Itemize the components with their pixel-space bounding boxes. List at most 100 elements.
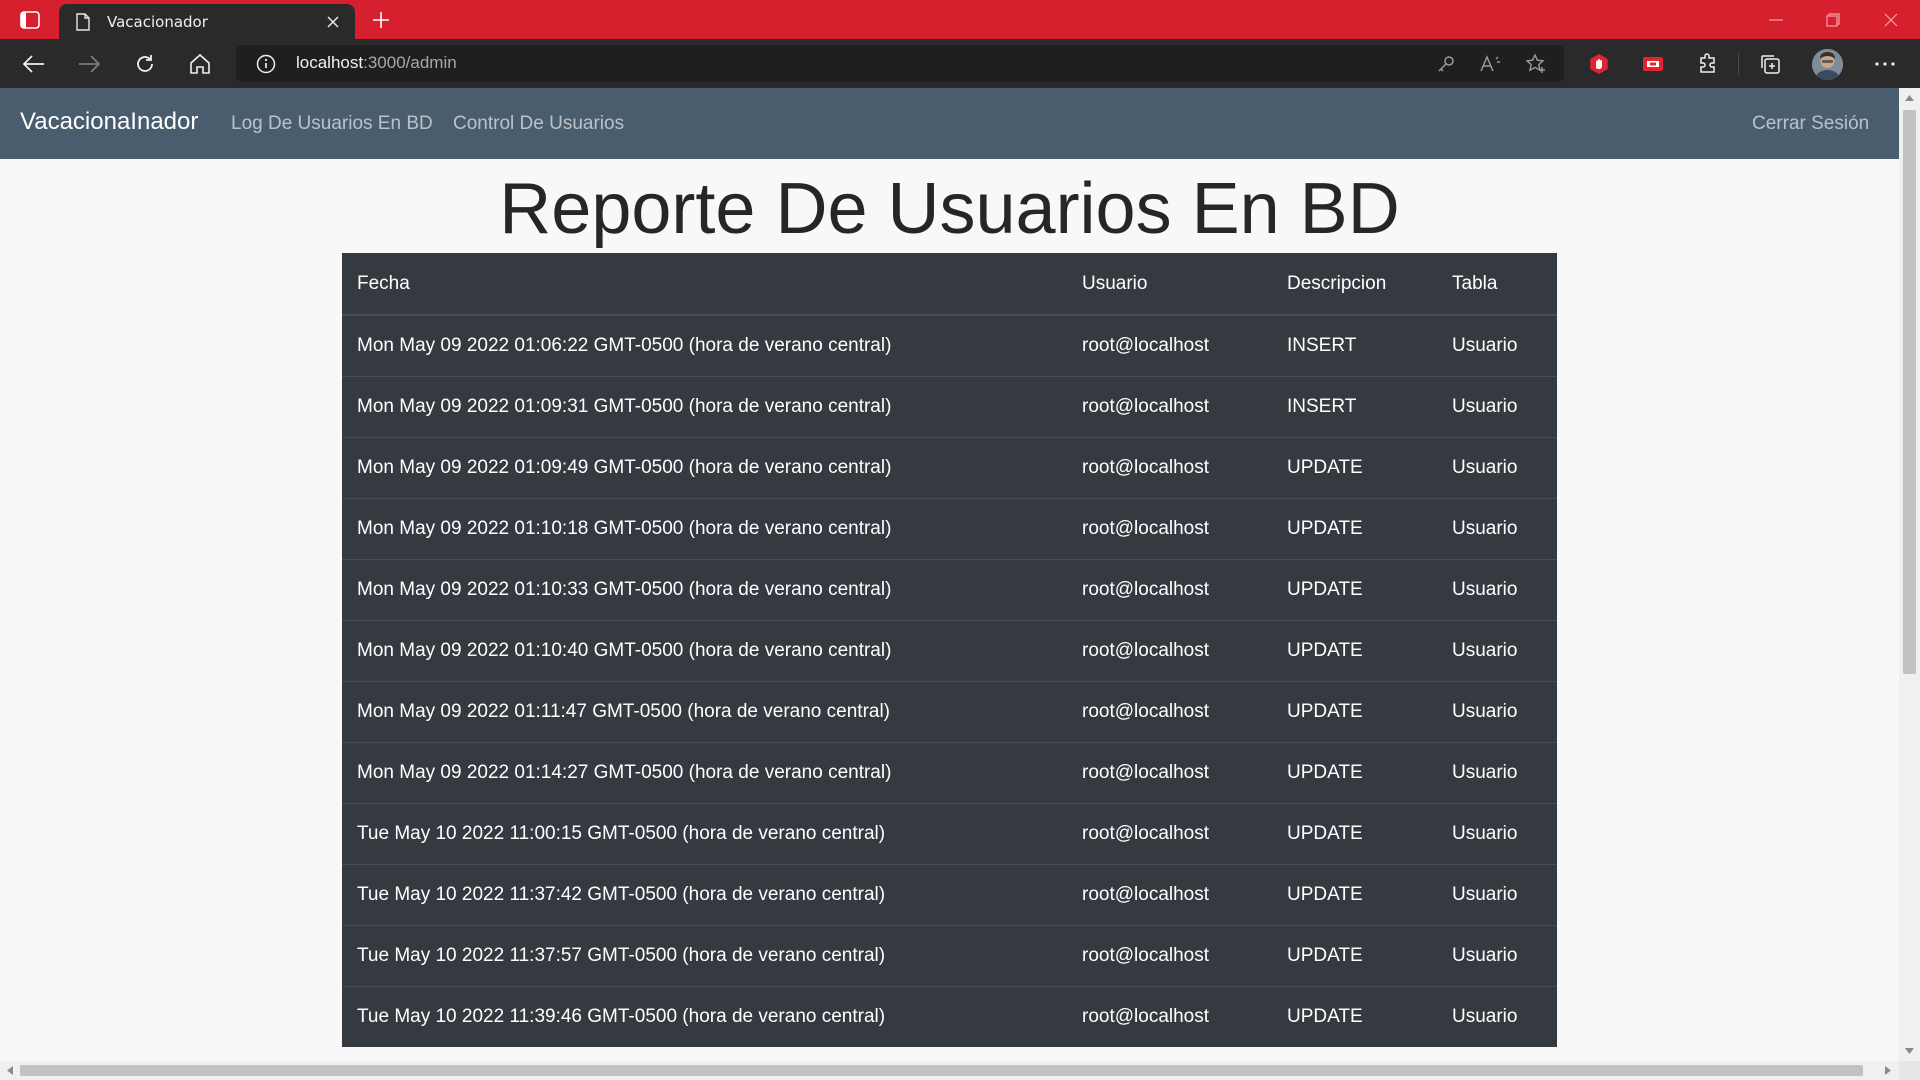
cell-tabla: Usuario (1437, 741, 1557, 803)
cell-tabla: Usuario (1437, 436, 1557, 498)
scroll-up-icon[interactable] (1904, 93, 1915, 103)
cell-fecha: Mon May 09 2022 01:10:40 GMT-0500 (hora … (342, 619, 1067, 681)
cell-descripcion: UPDATE (1272, 802, 1437, 864)
browser-tab[interactable]: Vacacionador (59, 4, 355, 39)
collections-icon[interactable] (1754, 49, 1786, 79)
cell-usuario: root@localhost (1067, 802, 1272, 864)
column-header-usuario: Usuario (1067, 253, 1272, 316)
table-row: Mon May 09 2022 01:10:40 GMT-0500 (hora … (342, 619, 1557, 681)
column-header-tabla: Tabla (1437, 253, 1557, 316)
cell-fecha: Tue May 10 2022 11:39:46 GMT-0500 (hora … (342, 985, 1067, 1047)
scroll-right-icon[interactable] (1883, 1065, 1893, 1076)
info-icon[interactable] (256, 54, 276, 74)
cell-tabla: Usuario (1437, 985, 1557, 1047)
forward-arrow-icon[interactable] (73, 49, 105, 79)
url-path: :3000/admin (363, 53, 457, 72)
extension-icon[interactable] (1637, 49, 1669, 79)
cell-descripcion: INSERT (1272, 314, 1437, 376)
address-bar[interactable]: localhost:3000/admin (236, 45, 1564, 82)
url-host: localhost (296, 53, 364, 72)
cell-tabla: Usuario (1437, 314, 1557, 376)
cell-usuario: root@localhost (1067, 497, 1272, 559)
more-menu-icon[interactable] (1869, 49, 1901, 79)
vertical-scrollbar[interactable] (1899, 88, 1920, 1061)
puzzle-icon[interactable] (1692, 49, 1724, 79)
page-viewport: VacacionaInador Log De Usuarios En BD Co… (0, 88, 1899, 1061)
cell-fecha: Mon May 09 2022 01:10:18 GMT-0500 (hora … (342, 497, 1067, 559)
table-row: Mon May 09 2022 01:10:18 GMT-0500 (hora … (342, 497, 1557, 559)
cell-tabla: Usuario (1437, 619, 1557, 681)
cell-descripcion: UPDATE (1272, 680, 1437, 742)
table-body: Mon May 09 2022 01:06:22 GMT-0500 (hora … (342, 314, 1557, 1047)
nav-link-log-usuarios[interactable]: Log De Usuarios En BD (231, 113, 433, 135)
table-row: Mon May 09 2022 01:09:49 GMT-0500 (hora … (342, 436, 1557, 498)
cell-usuario: root@localhost (1067, 375, 1272, 437)
brand-link[interactable]: VacacionaInador (20, 108, 198, 136)
refresh-icon[interactable] (129, 49, 161, 79)
minimize-icon[interactable] (1753, 6, 1799, 34)
scroll-left-icon[interactable] (5, 1065, 15, 1076)
cell-usuario: root@localhost (1067, 863, 1272, 925)
browser-toolbar: localhost:3000/admin (0, 39, 1920, 88)
cell-descripcion: UPDATE (1272, 436, 1437, 498)
tab-title: Vacacionador (107, 12, 208, 31)
read-aloud-icon[interactable] (1478, 52, 1504, 76)
cell-descripcion: UPDATE (1272, 863, 1437, 925)
scrollbar-corner (1899, 1061, 1920, 1080)
close-icon[interactable] (323, 12, 343, 32)
table-row: Mon May 09 2022 01:09:31 GMT-0500 (hora … (342, 375, 1557, 437)
cell-descripcion: UPDATE (1272, 619, 1437, 681)
profile-avatar[interactable] (1812, 49, 1843, 80)
table-row: Mon May 09 2022 01:14:27 GMT-0500 (hora … (342, 741, 1557, 803)
cell-fecha: Mon May 09 2022 01:10:33 GMT-0500 (hora … (342, 558, 1067, 620)
cell-usuario: root@localhost (1067, 924, 1272, 986)
favorite-star-icon[interactable] (1523, 52, 1549, 76)
cell-fecha: Tue May 10 2022 11:37:57 GMT-0500 (hora … (342, 924, 1067, 986)
scroll-down-icon[interactable] (1904, 1046, 1915, 1056)
nav-link-control-usuarios[interactable]: Control De Usuarios (453, 113, 624, 135)
cell-fecha: Mon May 09 2022 01:06:22 GMT-0500 (hora … (342, 314, 1067, 376)
cell-usuario: root@localhost (1067, 619, 1272, 681)
page-title: Reporte De Usuarios En BD (499, 169, 1400, 249)
cell-tabla: Usuario (1437, 863, 1557, 925)
cell-usuario: root@localhost (1067, 436, 1272, 498)
cell-descripcion: UPDATE (1272, 985, 1437, 1047)
table-row: Mon May 09 2022 01:10:33 GMT-0500 (hora … (342, 558, 1557, 620)
cell-tabla: Usuario (1437, 680, 1557, 742)
column-header-fecha: Fecha (342, 253, 1067, 316)
cell-descripcion: UPDATE (1272, 741, 1437, 803)
cell-descripcion: UPDATE (1272, 497, 1437, 559)
url-text[interactable]: localhost:3000/admin (296, 53, 457, 73)
table-row: Tue May 10 2022 11:37:42 GMT-0500 (hora … (342, 863, 1557, 925)
cell-fecha: Tue May 10 2022 11:00:15 GMT-0500 (hora … (342, 802, 1067, 864)
hand-extension-icon[interactable] (1583, 49, 1615, 79)
tab-actions-icon[interactable] (18, 8, 42, 32)
table-row: Tue May 10 2022 11:37:57 GMT-0500 (hora … (342, 924, 1557, 986)
restore-icon[interactable] (1810, 6, 1856, 34)
cell-usuario: root@localhost (1067, 314, 1272, 376)
home-icon[interactable] (184, 49, 216, 79)
table-row: Mon May 09 2022 01:11:47 GMT-0500 (hora … (342, 680, 1557, 742)
table-row: Mon May 09 2022 01:06:22 GMT-0500 (hora … (342, 314, 1557, 376)
cell-usuario: root@localhost (1067, 680, 1272, 742)
cell-descripcion: UPDATE (1272, 558, 1437, 620)
cell-usuario: root@localhost (1067, 985, 1272, 1047)
plus-icon[interactable] (368, 7, 394, 33)
browser-title-bar: Vacacionador (0, 0, 1920, 39)
back-arrow-icon[interactable] (18, 49, 50, 79)
cell-tabla: Usuario (1437, 375, 1557, 437)
logout-link[interactable]: Cerrar Sesión (1752, 113, 1869, 135)
key-icon[interactable] (1433, 52, 1459, 76)
page-icon (73, 12, 93, 32)
toolbar-separator (1738, 53, 1739, 75)
vertical-scroll-thumb[interactable] (1903, 110, 1916, 674)
column-header-descripcion: Descripcion (1272, 253, 1437, 316)
close-window-icon[interactable] (1868, 6, 1914, 34)
cell-fecha: Mon May 09 2022 01:09:31 GMT-0500 (hora … (342, 375, 1067, 437)
cell-descripcion: INSERT (1272, 375, 1437, 437)
cell-fecha: Tue May 10 2022 11:37:42 GMT-0500 (hora … (342, 863, 1067, 925)
horizontal-scrollbar[interactable] (0, 1061, 1899, 1080)
cell-tabla: Usuario (1437, 924, 1557, 986)
cell-tabla: Usuario (1437, 558, 1557, 620)
horizontal-scroll-thumb[interactable] (20, 1065, 1863, 1076)
